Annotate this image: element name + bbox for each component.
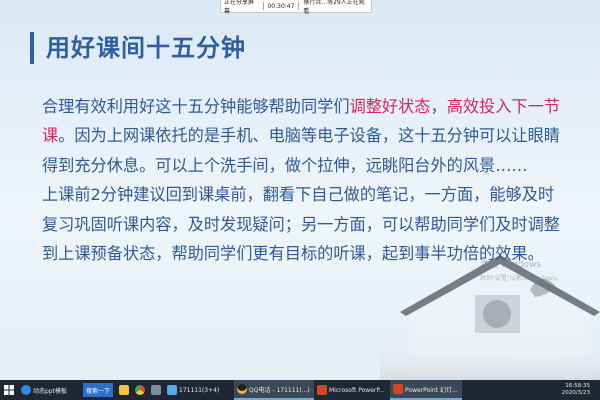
taskbar-label: PowerPoint 幻灯... [405,386,458,394]
taskbar-item-slideshow[interactable]: PowerPoint 幻灯... [390,380,463,400]
app-icon[interactable] [151,385,162,395]
share-timer: 00:30:47 [267,2,295,10]
windows-icon [4,385,14,395]
taskbar-label: 动态ppt模板 [33,387,67,395]
screen-share-bar[interactable]: 正在分享屏幕 00:30:47 蔡行兵...等29人正在观看 [220,0,372,15]
clock-time: 16:58:35 [565,383,590,389]
taskbar-item-powerpoint[interactable]: Microsoft PowerP... [314,380,390,400]
taskbar-label: QQ电话 - 171111(...) [249,386,310,394]
start-button[interactable] [0,380,18,400]
taskbar-pinned-apps [116,380,164,400]
taskbar-item-browser[interactable]: 动态ppt模板 [18,380,80,400]
slide-canvas: 正在分享屏幕 00:30:47 蔡行兵...等29人正在观看 用好课间十五分钟 … [0,0,600,380]
powerpoint-icon [317,385,328,395]
highlight-adjust-state: 调整好状态 [349,97,431,116]
ie-browser-icon [21,385,31,395]
chrome-icon[interactable] [135,385,146,395]
share-bar-divider [298,2,300,10]
activation-watermark: 激活 Windows [480,260,542,270]
share-bar-divider [262,2,264,10]
search-button[interactable]: 搜索一下 [83,383,114,397]
share-status: 正在分享屏幕 [224,0,255,15]
clock-date: 2020/3/23 [561,390,590,396]
taskbar: 动态ppt模板 搜索一下 171111(3+4) QQ电话 - 171111(.… [0,380,600,400]
file-explorer-icon[interactable] [119,385,130,395]
powerpoint-icon [393,384,404,394]
taskbar-item-qq-call[interactable]: QQ电话 - 171111(...) [234,380,315,400]
group-chat-icon [167,385,178,395]
qq-icon [237,384,248,394]
title-accent-bar [30,32,34,64]
taskbar-label: Microsoft PowerP... [329,386,385,394]
taskbar-item-class-group[interactable]: 171111(3+4) [164,380,234,400]
paragraph-1-rest: 。因为上网课依托的是手机、电脑等电子设备，这十五分钟可以让眼睛得到充分休息。可以… [42,126,560,175]
paragraph-1-text: 合理有效利用好这十五分钟能够帮助同学们 [42,97,350,116]
taskbar-label: 171111(3+4) [179,386,220,394]
slide-body: 合理有效利用好这十五分钟能够帮助同学们调整好状态，高效投入下一节课。因为上网课依… [42,92,570,268]
slide-title: 用好课间十五分钟 [46,34,246,62]
highlight-separator: ， [430,97,447,116]
activation-watermark-hint: 转到"设置"以激活 Windows。 [480,275,563,282]
viewer-count: 蔡行兵...等29人正在观看 [303,0,365,15]
taskbar-search[interactable]: 搜索一下 [80,380,116,400]
paragraph-2-text: 上课前2分钟建议回到课桌前，翻看下自己做的笔记，一方面，能够及时复习巩固听课内容… [42,185,560,264]
system-clock[interactable]: 16:58:35 2020/3/23 [562,383,600,397]
